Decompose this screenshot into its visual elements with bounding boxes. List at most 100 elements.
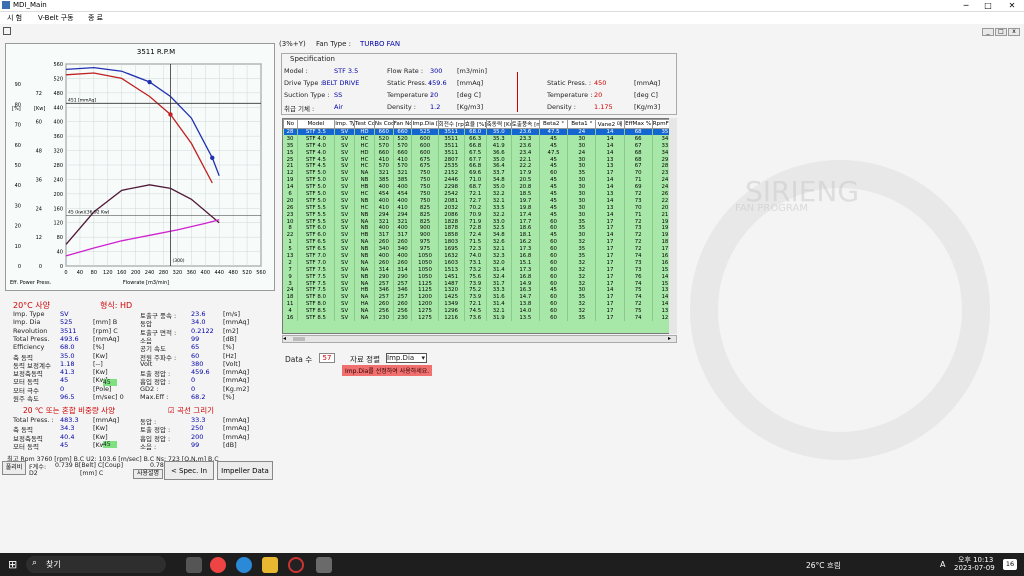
menu-item-exit[interactable]: 종 료 [88,13,103,23]
table-row[interactable]: 15STF 4.0SVHD660660600351167.536.623.447… [284,149,678,156]
info-value: 45 [60,376,68,384]
table-cell: 7 [284,266,298,273]
table-row[interactable]: 21STF 4.5SVHC570570675253566.836.422.245… [284,163,678,170]
table-row[interactable]: 2STF 7.0SVNA2602601050160373.132.015.160… [284,259,678,266]
grid-column-header[interactable]: Imp. Type [335,120,355,129]
table-cell: 260 [393,239,412,246]
spec-in-button[interactable]: < Spec. In [164,461,214,480]
table-cell: 30 [568,142,596,149]
table-cell: 400 [393,197,412,204]
mdi-restore-button[interactable]: □ [995,28,1007,36]
table-row[interactable]: 28STF 3.5SVHD660660525351168.035.023.647… [284,129,678,136]
table-row[interactable]: 35STF 4.0SVHC570570600351166.841.923.645… [284,142,678,149]
grid-column-header[interactable]: EffMax % [624,120,652,129]
grid-column-header[interactable]: 회전수 [rpm] [438,120,464,129]
table-row[interactable]: 11STF 8.0SVHA2602601200134972.131.413.86… [284,301,678,308]
grid-column-header[interactable]: Beta1 ° [568,120,596,129]
table-cell: HD [355,129,375,136]
table-row[interactable]: 3STF 7.5SVNA2572571125148773.931.714.960… [284,280,678,287]
grid-column-header[interactable]: Ns Code [374,120,393,129]
table-cell: 410 [393,156,412,163]
grid-column-header[interactable]: Test Code [355,120,375,129]
table-cell: STF 5.0 [297,177,335,184]
sort-select[interactable]: Imp.Dia▾ [386,353,427,363]
grid-column-header[interactable]: 효율 [%] [464,120,486,129]
maximize-button[interactable]: □ [978,0,998,12]
windows-start-icon[interactable]: ⊞ [8,558,17,571]
usage-guide-button[interactable]: 사용설명 [133,469,163,479]
grid-column-header[interactable]: Model [297,120,335,129]
scroll-right-icon[interactable]: ▸ [668,336,676,342]
table-row[interactable]: 7STF 7.5SVNA3143141050151373.231.417.360… [284,266,678,273]
table-row[interactable]: 30STF 4.0SVHC520520600351166.335.323.345… [284,135,678,142]
table-row[interactable]: 13STF 7.0SVNB4004001050163274.032.316.86… [284,253,678,260]
search-box[interactable]: ⌕ 찾기 [26,556,166,573]
table-cell: 72.4 [464,232,486,239]
table-row[interactable]: 25STF 4.5SVHC410410675280767.735.022.145… [284,156,678,163]
info-unit: [m/sec] 0 [93,393,124,401]
grid-column-header[interactable]: Imp.Dia [mm] [412,120,438,129]
table-row[interactable]: 14STF 5.0SVHB400400750229868.735.020.845… [284,184,678,191]
table-cell: 1803 [438,239,464,246]
grid-column-header[interactable]: Beta2 ° [539,120,567,129]
menu-item-vbelt[interactable]: V-Belt 구동 [38,13,74,23]
d2-unit: [mm] C [80,470,103,477]
draw-curve-checkbox[interactable]: ☑ 곡선 그리기 [168,405,214,416]
grid-column-header[interactable]: Vane2 매 [596,120,624,129]
grid-column-header[interactable]: 축동력 [Kw] [486,120,511,129]
table-row[interactable]: 19STF 5.0SVNB385385750244671.034.820.545… [284,177,678,184]
scroll-left-icon[interactable]: ◂ [283,336,291,342]
chrome-icon[interactable] [210,557,226,573]
table-row[interactable]: 1STF 6.5SVNA260260975180371.532.616.2603… [284,239,678,246]
impeller-data-button[interactable]: Impeller Data [217,461,273,480]
recorder-icon[interactable] [288,557,304,573]
table-row[interactable]: 20STF 5.0SVNB400400750208172.732.119.745… [284,197,678,204]
grid-column-header[interactable]: No [284,120,298,129]
table-row[interactable]: 22STF 6.0SVHB317317900185872.434.818.145… [284,232,678,239]
clock-date[interactable]: 2023-07-09 [954,564,995,572]
table-row[interactable]: 8STF 6.0SVNB400400900187872.832.518.6603… [284,225,678,232]
table-row[interactable]: 16STF 8.5SVNA2302301275121673.631.913.56… [284,315,678,322]
notification-badge[interactable]: 16 [1003,559,1017,570]
close-button[interactable]: ✕ [1002,0,1022,12]
pulley-ratio-button[interactable]: 풀리비 [2,461,26,475]
task-view-icon[interactable] [186,557,202,573]
weather-text[interactable]: 26°C 흐림 [806,560,841,571]
table-row[interactable]: 18STF 8.0SVNA2572571200142573.931.614.76… [284,294,678,301]
mdi-minimize-button[interactable]: _ [982,28,994,36]
table-cell: 72.1 [464,301,486,308]
edge-icon[interactable] [236,557,252,573]
table-row[interactable]: 24STF 7.5SVHB3463461125132075.233.316.34… [284,287,678,294]
ime-indicator[interactable]: A [940,560,945,569]
mdi-close-button[interactable]: x [1008,28,1020,36]
table-cell: 66.8 [464,142,486,149]
table-row[interactable]: 5STF 6.5SVNB340340975169572.332.117.3603… [284,246,678,253]
grid-horizontal-scrollbar[interactable]: ◂ ▸ [282,335,677,343]
table-cell: 346 [393,287,412,294]
table-cell: 454 [374,191,393,198]
table-row[interactable]: 6STF 5.0SVHC454454750254272.132.218.5453… [284,191,678,198]
table-row[interactable]: 12STF 5.0SVNA321321750215269.633.717.960… [284,170,678,177]
table-row[interactable]: 23STF 5.5SVNB294294825208670.932.217.445… [284,211,678,218]
info-unit: [rpm] C [93,327,118,335]
scroll-thumb[interactable] [293,337,305,341]
menu-item-test[interactable]: 시 험 [7,13,22,23]
x-tick-label: 520 [242,270,252,276]
table-cell: STF 7.5 [297,266,335,273]
table-cell: 26 [284,204,298,211]
minimize-button[interactable]: ─ [956,0,976,12]
f-factor-value2: 0.78 [150,462,164,469]
table-row[interactable]: 26STF 5.5SVHC410410825203270.233.519.845… [284,204,678,211]
mdi-app-icon[interactable] [316,557,332,573]
file-explorer-icon[interactable] [262,557,278,573]
fan-data-grid[interactable]: NoModelImp. TypeTest CodeNs CodeFan No.I… [282,118,677,334]
grid-column-header[interactable]: 토출풍속 [m/s] [511,120,539,129]
grid-vertical-scrollbar[interactable] [669,118,677,334]
table-cell: 410 [374,204,393,211]
table-row[interactable]: 10STF 5.5SVNA321321825182871.933.017.760… [284,218,678,225]
table-cell: 60 [539,315,567,322]
info-label: Total Press. : [13,416,54,424]
grid-column-header[interactable]: Fan No. [393,120,412,129]
table-row[interactable]: 4STF 8.5SVNA2562561275129674.532.114.060… [284,308,678,315]
table-row[interactable]: 9STF 7.5SVNB2902901050145175.632.416.860… [284,273,678,280]
